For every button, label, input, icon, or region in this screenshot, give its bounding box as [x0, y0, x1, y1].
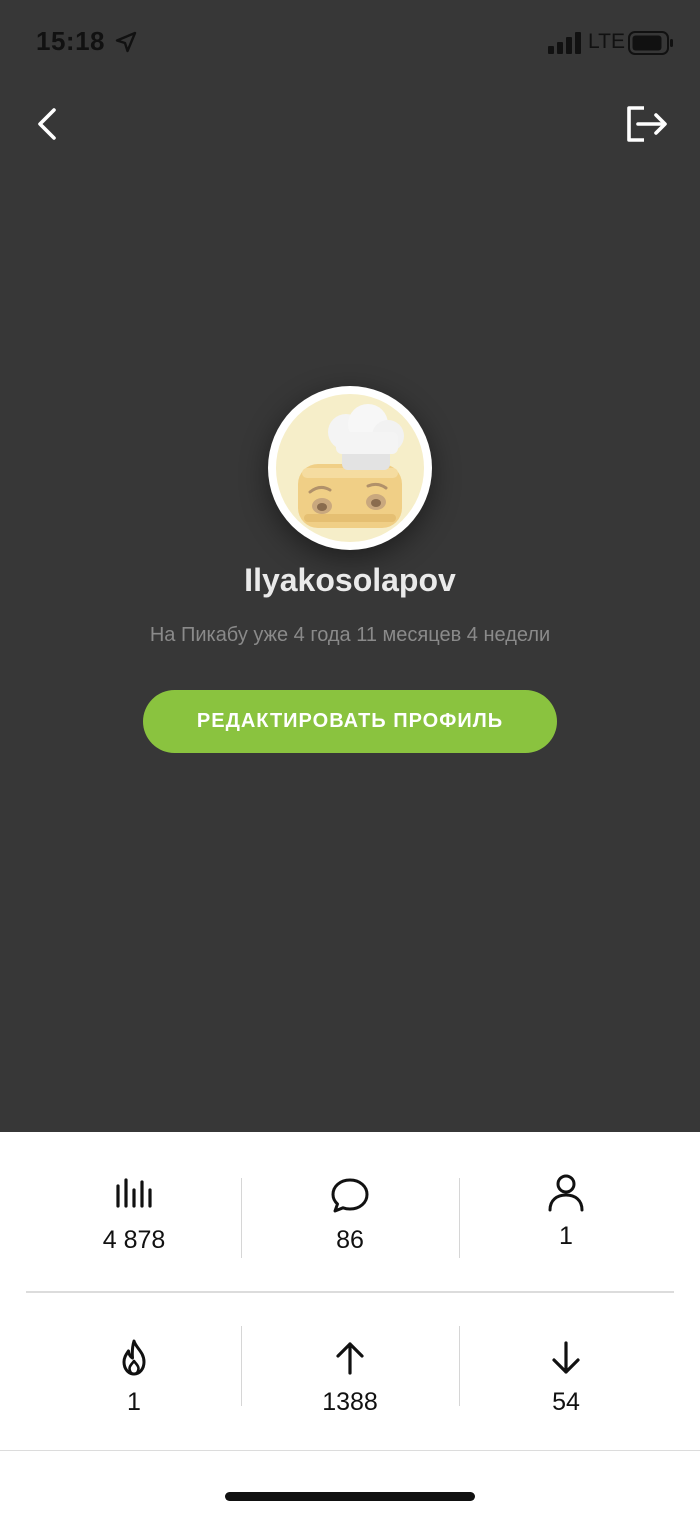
toaster-chef-avatar — [276, 394, 424, 542]
home-indicator[interactable] — [225, 1492, 475, 1501]
status-bar: 15:18 LTE — [0, 0, 700, 90]
logout-icon — [627, 106, 667, 142]
comment-icon — [331, 1178, 369, 1213]
stat-rating[interactable]: 4 878 — [26, 1176, 242, 1255]
stat-subscribers-value: 1 — [559, 1222, 573, 1250]
bottom-divider — [0, 1450, 700, 1451]
stat-minuses[interactable]: 54 — [458, 1338, 674, 1417]
status-time: 15:18 — [36, 26, 105, 56]
stat-hot-value: 1 — [127, 1388, 141, 1416]
rating-bars-icon — [116, 1178, 152, 1208]
stat-comments-value: 86 — [336, 1226, 364, 1254]
logout-button[interactable] — [620, 100, 674, 148]
flame-icon — [122, 1339, 146, 1376]
location-arrow-icon — [115, 31, 137, 53]
user-icon — [548, 1174, 584, 1212]
stats-divider — [26, 1291, 674, 1293]
stat-hot[interactable]: 1 — [26, 1338, 242, 1417]
battery-icon — [628, 31, 673, 55]
profile-header: 15:18 LTE Ilyakosolapov На Пикабу уже 4 … — [0, 0, 700, 1132]
stat-minuses-value: 54 — [552, 1388, 580, 1416]
arrow-up-icon — [336, 1342, 364, 1375]
stat-subscribers[interactable]: 1 — [458, 1172, 674, 1251]
signal-icon — [548, 32, 581, 54]
stat-rating-value: 4 878 — [102, 1226, 166, 1254]
stat-pluses[interactable]: 1388 — [242, 1338, 458, 1417]
network-label: LTE — [588, 30, 625, 53]
chevron-left-icon — [38, 108, 56, 140]
stat-comments[interactable]: 86 — [242, 1176, 458, 1255]
member-since-text: На Пикабу уже 4 года 11 месяцев 4 недели — [149, 624, 551, 646]
stat-pluses-value: 1388 — [322, 1388, 378, 1416]
username: Ilyakosolapov — [244, 562, 456, 598]
back-button[interactable] — [26, 100, 70, 148]
avatar[interactable] — [268, 386, 432, 550]
arrow-down-icon — [552, 1341, 580, 1374]
edit-profile-button[interactable]: РЕДАКТИРОВАТЬ ПРОФИЛЬ — [143, 690, 557, 753]
